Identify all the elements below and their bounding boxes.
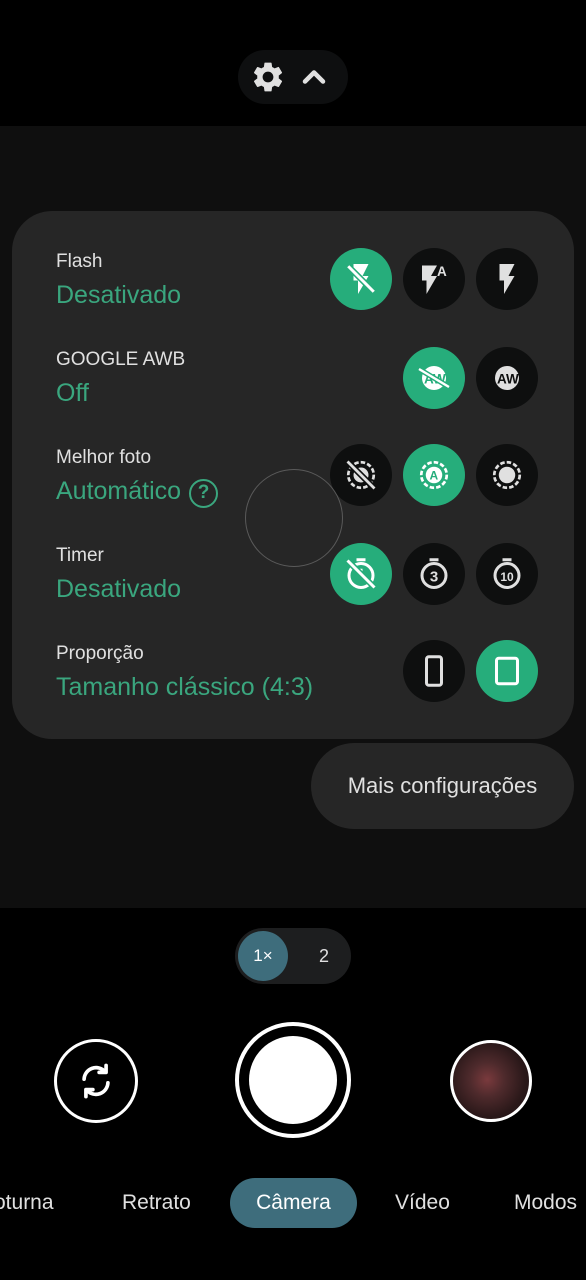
best-photo-label: Melhor foto [56,447,152,468]
awb-off-icon: AW [417,366,451,390]
flash-on-icon [499,264,515,294]
ratio-label: Proporção [56,643,144,664]
awb-off-button[interactable]: AW [403,347,465,409]
ratio-setting-row: Proporção Tamanho clássico (4:3) [12,640,574,741]
svg-text:3: 3 [430,569,438,586]
mode-portrait[interactable]: Retrato [122,1178,191,1228]
best-photo-value: Automático? [56,477,219,508]
flash-auto-icon: A [422,264,447,294]
flash-auto-button[interactable]: A [403,248,465,310]
zoom-1x-button[interactable]: 1× [238,931,288,981]
timer-label: Timer [56,545,104,566]
best-photo-on-button[interactable] [476,444,538,506]
motion-on-icon [492,460,522,490]
mode-night[interactable]: oturna [0,1178,54,1228]
last-photo-thumbnail[interactable] [450,1040,532,1122]
awb-on-button[interactable]: AW [476,347,538,409]
ratio-classic-button[interactable] [476,640,538,702]
timer-10-icon: 10 [493,558,521,589]
switch-camera-button[interactable] [54,1039,138,1123]
mode-video[interactable]: Vídeo [395,1178,450,1228]
svg-text:AW: AW [497,371,519,386]
chevron-up-icon[interactable] [296,59,332,95]
motion-off-icon [345,459,377,491]
mode-camera[interactable]: Câmera [230,1178,357,1228]
flash-off-icon [346,264,376,294]
timer-off-icon [345,558,377,590]
ratio-value: Tamanho clássico (4:3) [56,673,314,701]
shutter-inner [249,1036,337,1124]
zoom-2x-button[interactable]: 2 [299,931,349,981]
ratio-wide-button[interactable] [403,640,465,702]
awb-value: Off [56,379,89,407]
switch-camera-icon [82,1063,110,1099]
timer-value: Desativado [56,575,182,603]
zoom-control: 1× 2 [235,928,351,984]
awb-on-icon: AW [495,366,519,390]
best-photo-value-text: Automático [56,477,182,505]
ratio-classic-icon [495,656,519,686]
timer-3-icon: 3 [420,558,448,589]
gear-icon[interactable] [250,59,286,95]
timer-off-button[interactable] [330,543,392,605]
shutter-button[interactable] [235,1022,351,1138]
mode-more[interactable]: Modos [514,1178,577,1228]
flash-label: Flash [56,251,103,272]
focus-indicator [245,469,343,567]
motion-auto-icon: A [419,460,449,490]
awb-setting-row: GOOGLE AWB Off AW AW [12,347,574,447]
flash-setting-row: Flash Desativado A [12,248,574,349]
svg-text:A: A [437,264,447,279]
timer-10s-button[interactable]: 10 [476,543,538,605]
svg-text:10: 10 [500,570,514,584]
svg-text:A: A [430,469,439,483]
flash-off-button[interactable] [330,248,392,310]
timer-3s-button[interactable]: 3 [403,543,465,605]
help-circle-icon[interactable]: ? [189,479,219,508]
best-photo-off-button[interactable] [330,444,392,506]
top-controls [238,50,348,104]
more-settings-button[interactable]: Mais configurações [311,743,574,829]
mode-selector: oturna Retrato Câmera Vídeo Modos [0,1178,586,1228]
flash-on-button[interactable] [476,248,538,310]
ratio-wide-icon [425,655,443,687]
best-photo-auto-button[interactable]: A [403,444,465,506]
flash-value: Desativado [56,281,182,309]
awb-label: GOOGLE AWB [56,349,186,370]
